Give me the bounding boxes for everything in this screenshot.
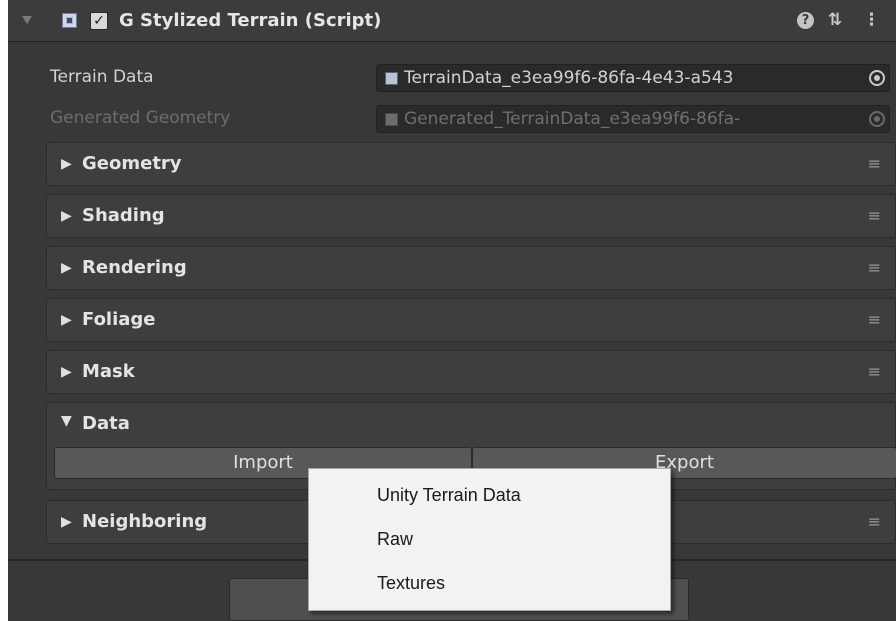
menu-item-label: Unity Terrain Data <box>377 485 521 505</box>
section-menu-icon[interactable]: ≡ <box>868 206 881 225</box>
section-menu-icon[interactable]: ≡ <box>868 310 881 329</box>
terrain-data-field[interactable]: TerrainData_e3ea99f6-86fa-4e43-a543 <box>376 64 890 92</box>
expand-arrow-icon: ▶ <box>61 260 72 276</box>
import-context-menu: Unity Terrain Data Raw Textures <box>308 468 671 611</box>
terrain-data-asset-icon <box>385 72 398 85</box>
menu-item-label: Textures <box>377 573 446 593</box>
component-title: G Stylized Terrain (Script) <box>119 10 382 31</box>
component-enabled-checkbox[interactable]: ✓ <box>90 12 108 30</box>
section-title[interactable]: Data <box>82 413 130 434</box>
section-title: Rendering <box>82 257 187 278</box>
menu-item-unity-terrain-data[interactable]: Unity Terrain Data <box>309 477 670 517</box>
section-menu-icon[interactable]: ≡ <box>868 512 881 531</box>
section-shading[interactable]: ▶ Shading ≡ <box>46 194 896 238</box>
section-title: Mask <box>82 361 135 382</box>
generated-geometry-label: Generated Geometry <box>50 108 231 128</box>
menu-item-textures[interactable]: Textures <box>309 565 670 605</box>
section-title: Geometry <box>82 153 182 174</box>
generated-geometry-field: Generated_TerrainData_e3ea99f6-86fa- <box>376 105 890 133</box>
preset-icon[interactable]: ⇅ <box>828 10 842 30</box>
section-menu-icon[interactable]: ≡ <box>868 258 881 277</box>
menu-item-label: Raw <box>377 529 414 549</box>
section-geometry[interactable]: ▶ Geometry ≡ <box>46 142 896 186</box>
expand-arrow-icon: ▶ <box>61 312 72 328</box>
component-header[interactable]: ✓ G Stylized Terrain (Script) ? ⇅ ⋮ <box>8 0 896 42</box>
section-title: Foliage <box>82 309 156 330</box>
section-rendering[interactable]: ▶ Rendering ≡ <box>46 246 896 290</box>
expand-arrow-icon: ▶ <box>61 156 72 172</box>
terrain-data-row: Terrain Data TerrainData_e3ea99f6-86fa-4… <box>8 60 896 96</box>
section-title: Shading <box>82 205 165 226</box>
generated-geometry-row: Generated Geometry Generated_TerrainData… <box>8 101 896 137</box>
section-menu-icon[interactable]: ≡ <box>868 362 881 381</box>
expand-arrow-icon: ▶ <box>61 208 72 224</box>
kebab-menu-icon[interactable]: ⋮ <box>863 10 880 30</box>
menu-item-raw[interactable]: Raw <box>309 521 670 561</box>
mesh-asset-icon <box>385 113 398 126</box>
section-mask[interactable]: ▶ Mask ≡ <box>46 350 896 394</box>
object-picker-icon <box>869 111 885 127</box>
expand-arrow-icon: ▶ <box>61 364 72 380</box>
terrain-data-value: TerrainData_e3ea99f6-86fa-4e43-a543 <box>404 68 734 88</box>
script-icon <box>62 13 77 28</box>
section-foliage[interactable]: ▶ Foliage ≡ <box>46 298 896 342</box>
object-picker-icon[interactable] <box>869 70 885 86</box>
section-title: Neighboring <box>82 511 208 532</box>
collapse-arrow-icon[interactable]: ▼ <box>61 413 72 429</box>
terrain-data-label: Terrain Data <box>50 67 154 87</box>
help-icon[interactable]: ? <box>797 12 814 29</box>
expand-arrow-icon: ▶ <box>61 514 72 530</box>
foldout-arrow-icon[interactable] <box>22 16 32 24</box>
section-menu-icon[interactable]: ≡ <box>868 154 881 173</box>
generated-geometry-value: Generated_TerrainData_e3ea99f6-86fa- <box>404 109 741 129</box>
